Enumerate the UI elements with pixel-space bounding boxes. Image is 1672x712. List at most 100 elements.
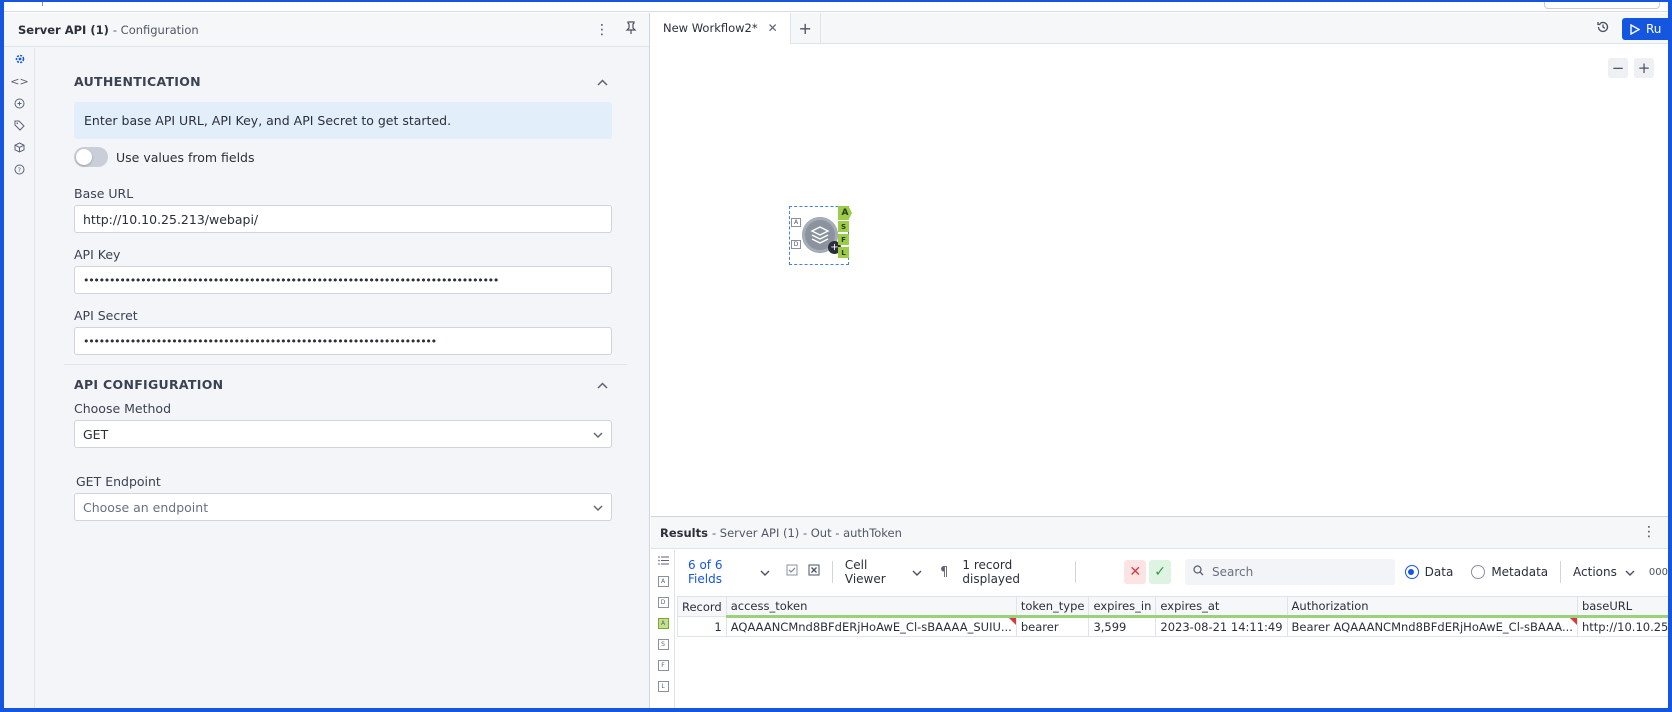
add-tab-button[interactable]: + [791, 12, 821, 44]
search-icon [1193, 565, 1204, 579]
annotation-icon[interactable] [4, 92, 35, 114]
choose-method-label: Choose Method [74, 401, 172, 416]
output-anchor-f-selector[interactable]: F [651, 655, 675, 676]
kebab-menu-icon[interactable]: ⋮ [1642, 524, 1656, 540]
data-radio-button[interactable] [1404, 565, 1419, 579]
output-anchor-s-selector[interactable]: S [651, 634, 675, 655]
choose-method-select[interactable]: GET [74, 420, 612, 448]
input-anchor-a-selector[interactable]: A [651, 571, 675, 592]
workflow-tab-label: New Workflow2* [663, 21, 758, 35]
cell-authorization[interactable]: Bearer AQAAANCMnd8BFdERjHoAwE_Cl-sBAAA..… [1286, 616, 1578, 637]
top-strip-control[interactable] [1544, 0, 1660, 9]
table-row[interactable]: 1 AQAAANCMnd8BFdERjHoAwE_Cl-sBAAAA_SUIU.… [677, 616, 1672, 637]
results-panel: Results - Server API (1) - Out - authTok… [651, 516, 1672, 709]
run-label: Ru [1646, 22, 1662, 36]
api-secret-input[interactable]: ••••••••••••••••••••••••••••••••••••••••… [74, 327, 612, 355]
cell-base-url[interactable]: http://10.10.25 [1576, 616, 1672, 637]
anchor-s-badge: S [657, 639, 669, 650]
pin-icon[interactable] [625, 21, 637, 38]
metadata-radio[interactable]: Metadata [1471, 565, 1548, 579]
column-header-base-url[interactable]: baseURL [1576, 596, 1672, 618]
use-values-from-fields-toggle[interactable] [74, 147, 108, 167]
results-toolbar: 6 of 6 Fields Cell Viewer ¶ 1 record dis… [676, 550, 1668, 594]
fields-selector[interactable]: 6 of 6 Fields [688, 558, 770, 586]
cell-record[interactable]: 1 [677, 616, 727, 637]
discard-button[interactable]: ✕ [1124, 560, 1147, 584]
close-icon[interactable]: ✕ [768, 21, 778, 35]
chevron-down-icon [760, 566, 770, 579]
fields-label: 6 of 6 Fields [688, 558, 723, 586]
output-anchor-f[interactable]: F [838, 234, 849, 245]
actions-dropdown[interactable]: Actions [1573, 565, 1635, 579]
chevron-up-icon[interactable] [597, 378, 612, 392]
column-header-authorization[interactable]: Authorization [1286, 596, 1578, 618]
results-title: Results [660, 525, 708, 540]
actions-label: Actions [1573, 565, 1617, 579]
column-header-expires-at[interactable]: expires_at [1155, 596, 1288, 618]
results-side-rail: A D A S F L [651, 550, 675, 709]
select-all-icon[interactable] [786, 564, 798, 580]
workflow-canvas[interactable]: − + A D + A S F L [651, 45, 1668, 515]
authentication-section-title: AUTHENTICATION [74, 74, 201, 89]
column-header-token-type[interactable]: token_type [1015, 596, 1090, 618]
records-displayed: 1 record displayed [962, 558, 1021, 586]
cell-viewer-dropdown[interactable]: Cell Viewer [845, 558, 922, 586]
authentication-section-header[interactable]: AUTHENTICATION [74, 74, 612, 89]
base-url-label: Base URL [74, 186, 134, 201]
configuration-title: Server API (1) [18, 22, 109, 37]
zoom-out-button[interactable]: − [1608, 58, 1628, 78]
more-options[interactable]: 000 [1649, 567, 1668, 578]
apply-button[interactable]: ✓ [1149, 560, 1171, 584]
search-input[interactable]: Search [1184, 559, 1395, 585]
api-key-input[interactable]: ••••••••••••••••••••••••••••••••••••••••… [74, 266, 612, 294]
output-anchor-l-selector[interactable]: L [651, 676, 675, 697]
get-endpoint-placeholder: Choose an endpoint [83, 499, 209, 515]
cell-token-type[interactable]: bearer [1015, 616, 1090, 637]
cell-expires-at[interactable]: 2023-08-21 14:11:49 [1155, 616, 1288, 637]
deselect-all-icon[interactable] [808, 564, 820, 580]
output-anchor-l[interactable]: L [838, 247, 849, 258]
kebab-menu-icon[interactable]: ⋮ [595, 22, 609, 38]
cell-expires-in[interactable]: 3,599 [1088, 616, 1157, 637]
anchor-l-badge: L [657, 681, 669, 692]
configuration-subtitle: - Configuration [112, 22, 199, 37]
cell-access-token[interactable]: AQAAANCMnd8BFdERjHoAwE_Cl-sBAAAA_SUIU... [725, 616, 1017, 637]
search-placeholder: Search [1211, 565, 1254, 579]
api-configuration-section-header[interactable]: API CONFIGURATION [74, 377, 612, 392]
metadata-radio-button[interactable] [1471, 565, 1486, 579]
tag-icon[interactable] [4, 114, 35, 136]
chevron-down-icon [1625, 566, 1635, 579]
metadata-radio-label: Metadata [1491, 565, 1549, 579]
paragraph-icon[interactable]: ¶ [940, 565, 948, 580]
input-anchor-d[interactable]: D [791, 240, 801, 249]
configuration-side-rail: <> ? [4, 48, 35, 708]
output-anchor-a-selector[interactable]: A [651, 613, 675, 634]
column-header-access-token[interactable]: access_token [725, 596, 1017, 618]
configuration-header: Server API (1) - Configuration ⋮ [4, 13, 649, 47]
server-api-tool[interactable]: A D + A S F L [789, 206, 852, 265]
gear-icon[interactable] [4, 48, 35, 70]
code-icon[interactable]: <> [4, 70, 35, 92]
run-button[interactable]: Ru [1622, 18, 1672, 40]
input-anchor-a[interactable]: A [791, 218, 801, 227]
package-icon[interactable] [4, 136, 35, 158]
workflow-tab[interactable]: New Workflow2* ✕ [651, 12, 791, 44]
zoom-in-button[interactable]: + [1634, 58, 1654, 78]
toggle-knob [76, 149, 92, 165]
authentication-info-banner: Enter base API URL, API Key, and API Sec… [74, 102, 612, 139]
list-icon[interactable] [651, 550, 675, 571]
output-anchor-s[interactable]: S [838, 221, 849, 232]
output-anchor-a[interactable]: A [838, 206, 852, 220]
chevron-up-icon[interactable] [597, 75, 612, 89]
base-url-input[interactable]: http://10.10.25.213/webapi/ [74, 205, 612, 233]
column-header-expires-in[interactable]: expires_in [1088, 596, 1157, 618]
anchor-a-badge: A [657, 576, 669, 587]
get-endpoint-select[interactable]: Choose an endpoint [74, 493, 612, 521]
toolbar-separator [831, 561, 833, 583]
history-icon[interactable] [1596, 20, 1610, 38]
help-icon[interactable]: ? [4, 158, 35, 180]
results-subtitle: - Server API (1) - Out - authToken [711, 525, 902, 540]
data-radio[interactable]: Data [1404, 565, 1453, 579]
input-anchor-d-selector[interactable]: D [651, 592, 675, 613]
column-header-record[interactable]: Record [677, 596, 727, 617]
